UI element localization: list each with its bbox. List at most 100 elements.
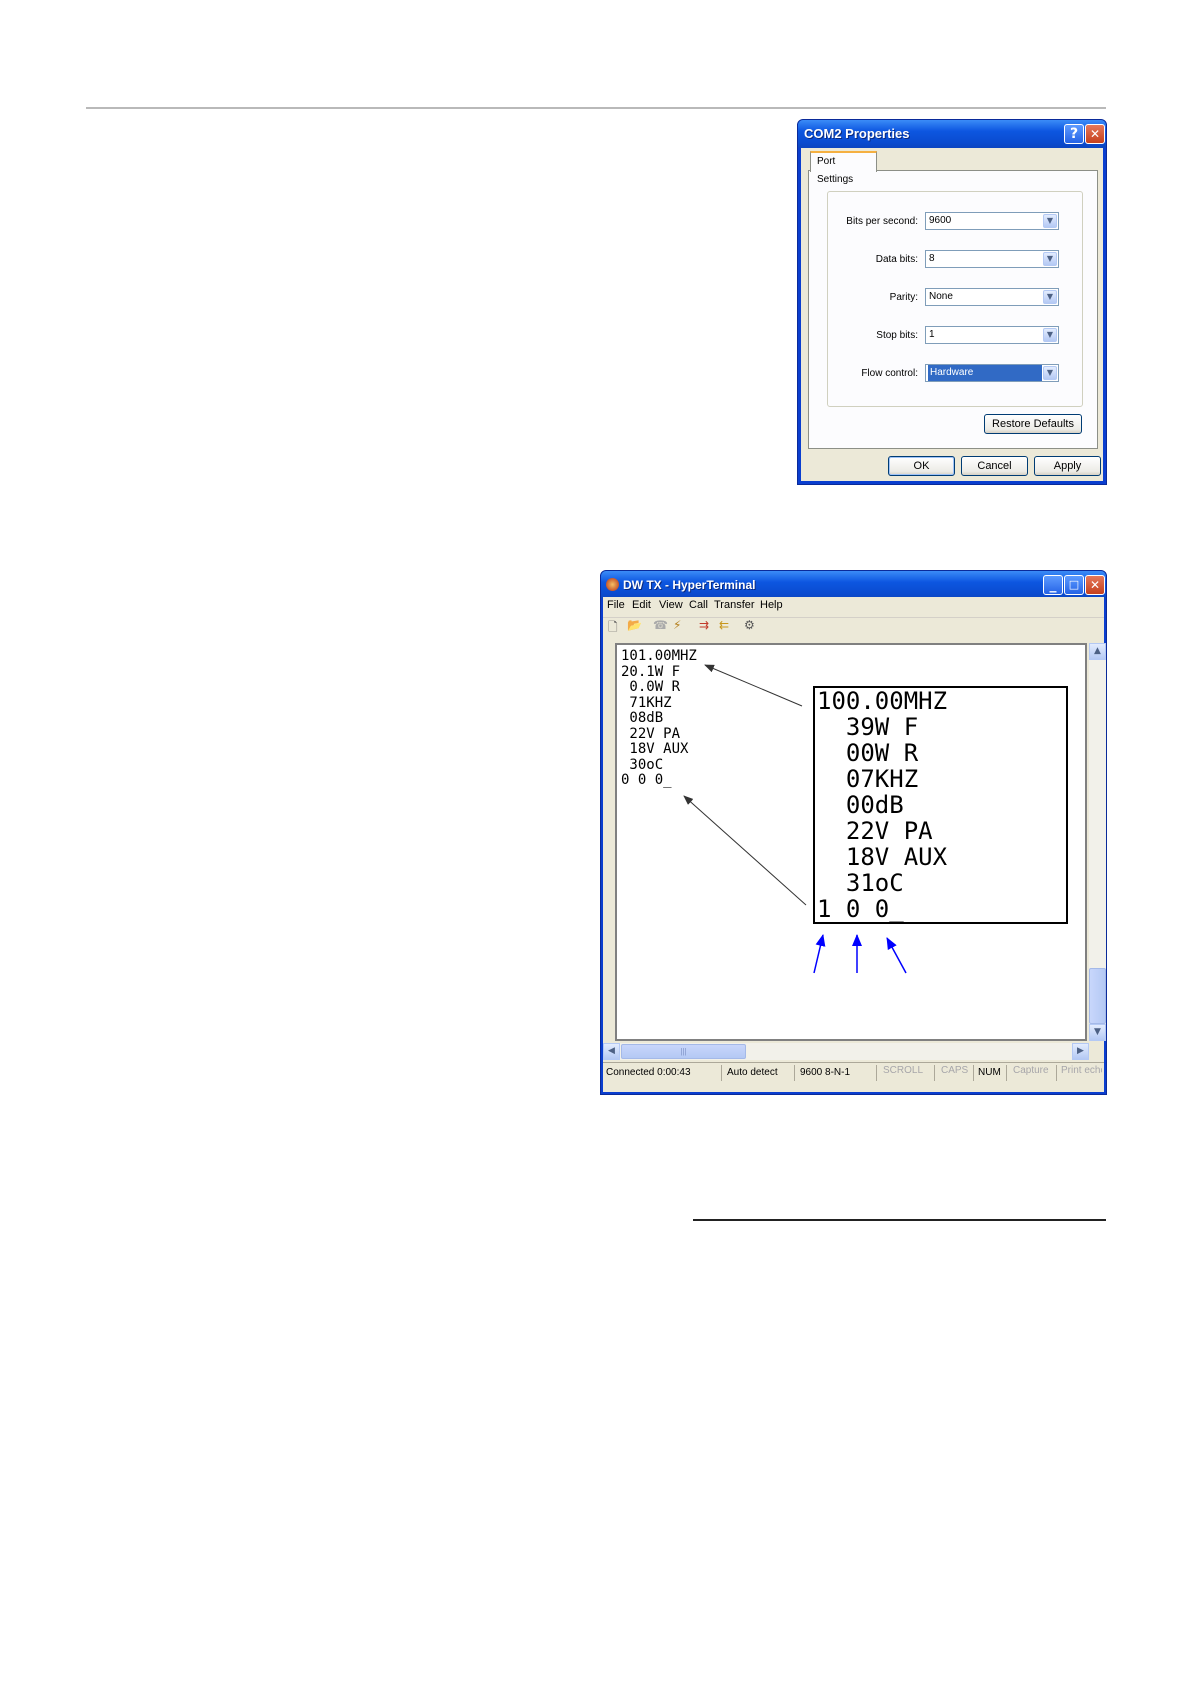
properties-icon[interactable]: ⚙ xyxy=(744,618,755,632)
scroll-right-icon[interactable]: ▶ xyxy=(1072,1043,1089,1060)
menu-call[interactable]: Call xyxy=(689,599,708,611)
zoom-line: 07KHZ xyxy=(817,765,919,793)
minimize-icon[interactable]: _ xyxy=(1043,575,1063,595)
new-file-icon[interactable]: 🗋 xyxy=(608,618,618,639)
status-scroll: SCROLL xyxy=(883,1065,924,1076)
scroll-left-icon[interactable]: ◀ xyxy=(603,1043,620,1060)
top-rule xyxy=(86,107,1106,109)
status-connected: Connected 0:00:43 xyxy=(606,1067,691,1078)
terminal-line: 30oC xyxy=(621,756,664,773)
dialog-client-area: Port Settings Bits per second: 9600 ▼ Da… xyxy=(801,148,1103,481)
scroll-up-icon[interactable]: ▲ xyxy=(1089,643,1106,660)
status-separator xyxy=(1056,1065,1057,1081)
scroll-grip: ||| xyxy=(680,1047,687,1056)
settings-group: Bits per second: 9600 ▼ Data bits: 8 ▼ P… xyxy=(827,191,1083,407)
horizontal-scrollbar[interactable]: ◀ ||| ▶ xyxy=(603,1043,1089,1060)
hyperterminal-app-icon xyxy=(606,578,619,591)
zoom-line: 18V AUX xyxy=(817,843,948,871)
disconnect-icon[interactable]: ⚡ xyxy=(673,618,681,632)
field-label-bits-per-second: Bits per second: xyxy=(846,216,918,227)
zoom-line: 00dB xyxy=(817,791,904,819)
scroll-down-icon[interactable]: ▼ xyxy=(1089,1024,1106,1041)
terminal-line: 0.0W R xyxy=(621,679,681,695)
chevron-down-icon[interactable]: ▼ xyxy=(1043,252,1057,266)
field-label-data-bits: Data bits: xyxy=(875,254,918,265)
chevron-down-icon[interactable]: ▼ xyxy=(1043,214,1057,228)
hyperterminal-title: DW TX - HyperTerminal xyxy=(623,578,756,592)
chevron-down-icon[interactable]: ▼ xyxy=(1043,290,1057,304)
terminal-line: 20.1W F xyxy=(621,663,681,680)
chevron-down-icon[interactable]: ▼ xyxy=(1043,328,1057,342)
status-auto-detect: Auto detect xyxy=(727,1067,778,1078)
data-bits-value: 8 xyxy=(929,253,935,264)
status-separator xyxy=(876,1065,877,1081)
terminal-line: 101.00MHZ xyxy=(621,648,697,664)
close-icon[interactable]: ✕ xyxy=(1085,124,1105,144)
parity-select[interactable]: None ▼ xyxy=(925,288,1059,306)
terminal-line: 0 0 0_ xyxy=(621,772,672,788)
menu-bar: File Edit View Call Transfer Help xyxy=(603,597,1104,618)
toolbar: 🗋 📂 ☎ ⚡ ⇉ ⇇ ⚙ xyxy=(603,618,1104,640)
field-label-parity: Parity: xyxy=(889,292,918,303)
hyperterminal-title-bar: DW TX - HyperTerminal xyxy=(601,571,1106,599)
status-separator xyxy=(1006,1065,1007,1081)
help-button[interactable]: ? xyxy=(1064,124,1084,144)
dialog-title-bar: COM2 Properties xyxy=(798,120,1106,148)
terminal-line: 71KHZ xyxy=(621,694,672,711)
menu-view[interactable]: View xyxy=(659,599,683,611)
terminal-screen[interactable]: 101.00MHZ 20.1W F 0.0W R 71KHZ 08dB 22V … xyxy=(615,643,1087,1041)
zoom-line: 100.00MHZ xyxy=(817,687,948,715)
open-folder-icon[interactable]: 📂 xyxy=(627,618,642,632)
send-icon[interactable]: ⇉ xyxy=(699,618,709,632)
com-properties-dialog: COM2 Properties ? ✕ Port Settings Bits p… xyxy=(797,119,1107,485)
status-bar: Connected 0:00:43 Auto detect 9600 8-N-1… xyxy=(603,1062,1104,1085)
cancel-button[interactable]: Cancel xyxy=(961,456,1028,476)
menu-help[interactable]: Help xyxy=(760,599,783,611)
terminal-line: 18V AUX xyxy=(621,741,689,757)
menu-edit[interactable]: Edit xyxy=(632,599,651,611)
bits-per-second-select[interactable]: 9600 ▼ xyxy=(925,212,1059,230)
chevron-down-icon[interactable]: ▼ xyxy=(1043,366,1057,380)
apply-button[interactable]: Apply xyxy=(1034,456,1101,476)
status-print-echo: Print echo xyxy=(1061,1065,1102,1076)
menu-transfer[interactable]: Transfer xyxy=(714,599,755,611)
zoomed-readout: 100.00MHZ 39W F 00W R 07KHZ 00dB 22V PA … xyxy=(813,686,1068,924)
bottom-rule xyxy=(693,1219,1106,1221)
tab-port-settings[interactable]: Port Settings xyxy=(810,151,877,185)
horizontal-scroll-thumb[interactable]: ||| xyxy=(621,1044,746,1059)
stop-bits-select[interactable]: 1 ▼ xyxy=(925,326,1059,344)
scroll-thumb[interactable] xyxy=(1089,968,1106,1024)
data-bits-select[interactable]: 8 ▼ xyxy=(925,250,1059,268)
zoom-line: 1 0 0_ xyxy=(817,895,904,923)
status-separator xyxy=(794,1065,795,1081)
port-settings-panel: Bits per second: 9600 ▼ Data bits: 8 ▼ P… xyxy=(808,170,1098,449)
ok-button[interactable]: OK xyxy=(888,456,955,476)
stop-bits-value: 1 xyxy=(929,329,935,340)
close-icon[interactable]: ✕ xyxy=(1085,575,1105,595)
call-icon[interactable]: ☎ xyxy=(653,618,668,632)
maximize-icon[interactable]: □ xyxy=(1064,575,1084,595)
status-caps: CAPS xyxy=(941,1065,969,1076)
status-separator xyxy=(934,1065,935,1081)
zoom-line: 22V PA xyxy=(817,817,933,845)
zoom-line: 00W R xyxy=(817,739,919,767)
field-label-flow-control: Flow control: xyxy=(861,368,918,379)
restore-defaults-button[interactable]: Restore Defaults xyxy=(984,414,1082,434)
terminal-line: 22V PA xyxy=(621,725,681,742)
status-print-echo-cell: Print echo xyxy=(1061,1063,1102,1083)
hyperterminal-client-area: File Edit View Call Transfer Help 🗋 📂 ☎ … xyxy=(603,597,1106,1092)
zoom-line: 31oC xyxy=(817,869,904,897)
status-capture: Capture xyxy=(1013,1065,1049,1076)
status-separator xyxy=(721,1065,722,1081)
field-label-stop-bits: Stop bits: xyxy=(876,330,918,341)
status-num: NUM xyxy=(978,1067,1001,1078)
menu-file[interactable]: File xyxy=(607,599,625,611)
vertical-scrollbar[interactable]: ▲ ▼ xyxy=(1089,643,1106,1041)
status-separator xyxy=(973,1065,974,1081)
parity-value: None xyxy=(929,291,953,302)
dialog-title: COM2 Properties xyxy=(804,126,910,141)
receive-icon[interactable]: ⇇ xyxy=(719,618,729,632)
zoom-line: 39W F xyxy=(817,713,919,741)
hyperterminal-window: DW TX - HyperTerminal _ □ ✕ File Edit Vi… xyxy=(600,570,1107,1095)
flow-control-select[interactable]: Hardware ▼ xyxy=(925,364,1059,382)
